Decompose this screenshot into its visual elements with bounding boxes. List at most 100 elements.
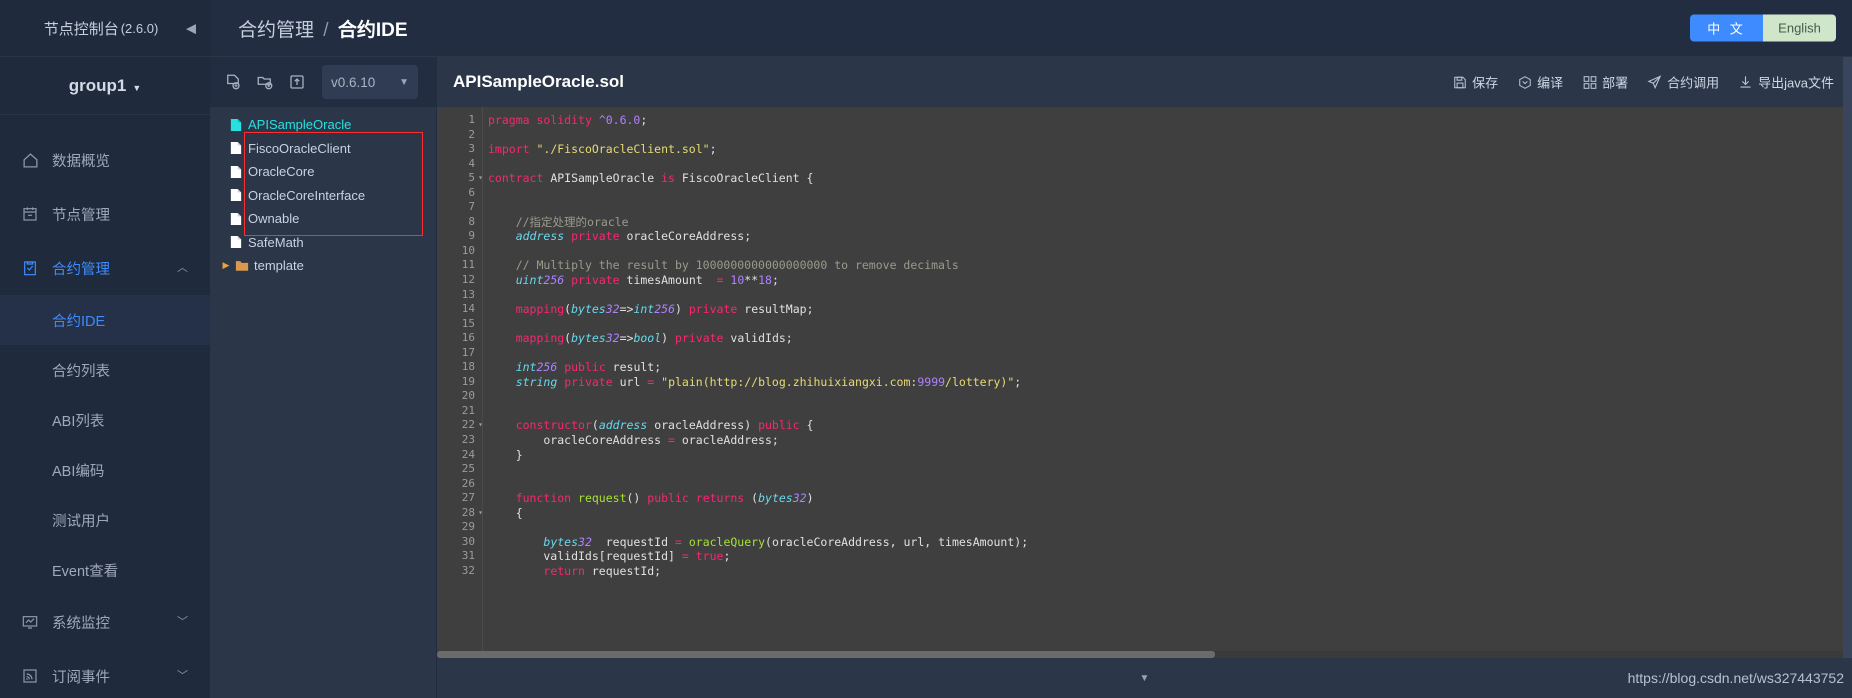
sidebar-title-text: 节点控制台 — [43, 20, 119, 38]
contract-call-button[interactable]: 合约调用 — [1647, 73, 1719, 92]
code-line: // Multiply the result by 10000000000000… — [515, 258, 959, 273]
top-bar: 合约管理 / 合约IDE 中 文 English — [210, 0, 1852, 57]
file-icon — [226, 212, 245, 226]
sidebar-item-contract-management[interactable]: 合约管理 ︿ — [0, 241, 210, 295]
file-icon — [226, 165, 245, 179]
twisty-right-icon[interactable]: ▶ — [220, 260, 232, 271]
lang-english-button[interactable]: English — [1763, 14, 1836, 42]
deploy-label: 部署 — [1602, 75, 1629, 91]
line-number: 2 — [468, 127, 475, 141]
code-line: //指定处理的oracle — [515, 214, 629, 229]
chevron-up-icon: ︿ — [177, 261, 188, 274]
code-line: int256 public result; — [515, 360, 662, 375]
scrollbar-thumb[interactable] — [437, 651, 1216, 658]
code-content[interactable]: pragma solidity ^0.6.0; import "./FiscoO… — [483, 107, 1852, 658]
file-tree-item-label: Ownable — [248, 211, 300, 227]
line-number: 21 — [461, 403, 475, 417]
line-number: 6 — [468, 185, 475, 199]
line-number: 29 — [461, 520, 475, 534]
sidebar: 节点控制台 (2.6.0) ◀ group1 ▼ 数据概览 节点管理 合约管理 … — [0, 0, 210, 698]
sidebar-item-contract-ide[interactable]: 合约IDE — [0, 295, 210, 345]
code-line: oracleCoreAddress = oracleAddress; — [488, 433, 779, 448]
code-line: { — [488, 505, 523, 520]
app-root: 节点控制台 (2.6.0) ◀ group1 ▼ 数据概览 节点管理 合约管理 … — [0, 0, 1852, 698]
folder-icon — [232, 259, 251, 272]
sidebar-item-system-monitor[interactable]: 系统监控 ﹀ — [0, 595, 210, 649]
content-split: v0.6.10 ▼ APISampleOracle FiscoOracleCli… — [210, 57, 1852, 698]
sidebar-sub-label: 合约列表 — [52, 363, 110, 380]
sidebar-version: (2.6.0) — [120, 20, 159, 36]
code-line: address private oracleCoreAddress; — [515, 229, 752, 244]
file-tree-item-fiscooracleclient[interactable]: FiscoOracleClient — [210, 137, 436, 161]
file-tree-item-label: OracleCore — [248, 164, 315, 180]
line-number: 1 — [468, 113, 475, 126]
sidebar-item-data-overview[interactable]: 数据概览 — [0, 133, 210, 187]
upload-icon[interactable] — [286, 71, 308, 93]
file-tree-item-template[interactable]: ▶ template — [210, 254, 436, 278]
chevron-down-icon: ﹀ — [177, 669, 188, 682]
sidebar-menu: 数据概览 节点管理 合约管理 ︿ 合约IDE 合约列表 ABI列表 ABI编码 … — [0, 115, 210, 698]
sidebar-item-event-view[interactable]: Event查看 — [0, 545, 210, 595]
sidebar-item-node-management[interactable]: 节点管理 — [0, 187, 210, 241]
solidity-version-select[interactable]: v0.6.10 ▼ — [322, 65, 418, 99]
page-scrollbar[interactable] — [1843, 57, 1852, 658]
chevron-left-icon[interactable]: ◀ — [186, 22, 196, 35]
sidebar-sub-label: Event查看 — [52, 563, 119, 580]
code-line: mapping(bytes32=>bool) private validIds; — [515, 331, 793, 346]
file-tree-item-safemath[interactable]: SafeMath — [210, 231, 436, 255]
sidebar-item-abi-list[interactable]: ABI列表 — [0, 395, 210, 445]
line-number: 31 — [461, 549, 475, 563]
code-line: import "./FiscoOracleClient.sol"; — [488, 142, 717, 157]
sidebar-item-subscribe-events[interactable]: 订阅事件 ﹀ — [0, 649, 210, 698]
file-icon — [226, 141, 245, 155]
deploy-button[interactable]: 部署 — [1582, 73, 1628, 92]
sidebar-item-label: 合约管理 — [52, 261, 110, 278]
watermark-url: https://blog.csdn.net/ws327443752 — [1627, 670, 1844, 686]
breadcrumb-parent[interactable]: 合约管理 — [238, 20, 314, 41]
code-line: } — [488, 447, 523, 462]
fold-toggle-icon[interactable]: ▾ — [478, 418, 483, 433]
export-java-button[interactable]: 导出java文件 — [1738, 73, 1834, 92]
sidebar-item-abi-encode[interactable]: ABI编码 — [0, 445, 210, 495]
compile-label: 编译 — [1537, 75, 1564, 91]
save-button[interactable]: 保存 — [1452, 73, 1498, 92]
new-folder-icon[interactable] — [254, 71, 276, 93]
line-number: 12 — [461, 273, 475, 287]
lang-chinese-button[interactable]: 中 文 — [1690, 14, 1763, 42]
sidebar-sub-label: ABI列表 — [52, 413, 105, 430]
code-line: contract APISampleOracle is FiscoOracleC… — [488, 171, 814, 186]
file-tree-item-ownable[interactable]: Ownable — [210, 207, 436, 231]
line-number: 13 — [461, 287, 475, 301]
sidebar-item-contract-list[interactable]: 合约列表 — [0, 345, 210, 395]
deploy-grid-icon — [1582, 75, 1597, 90]
line-number: 9 — [468, 229, 475, 243]
line-number: 8 — [468, 214, 475, 228]
fold-toggle-icon[interactable]: ▾ — [478, 171, 483, 186]
line-number: 7 — [468, 200, 475, 214]
sidebar-item-label: 数据概览 — [52, 153, 110, 170]
fold-toggle-icon[interactable]: ▾ — [478, 506, 483, 521]
sidebar-item-test-user[interactable]: 测试用户 — [0, 495, 210, 545]
file-tree-item-oraclecore[interactable]: OracleCore — [210, 160, 436, 184]
file-tree-item-oraclecoreinterface[interactable]: OracleCoreInterface — [210, 184, 436, 208]
sidebar-title: 节点控制台 (2.6.0) ◀ — [0, 0, 210, 57]
editor-filename: APISampleOracle.sol — [453, 72, 625, 91]
new-file-icon[interactable] — [222, 71, 244, 93]
collapse-panel-caret-icon[interactable]: ▼ — [1140, 673, 1150, 684]
save-icon — [1452, 75, 1467, 90]
line-number: 15 — [461, 316, 475, 330]
compile-hex-icon — [1517, 75, 1532, 90]
editor-horizontal-scrollbar[interactable] — [437, 651, 1852, 658]
compile-button[interactable]: 编译 — [1517, 73, 1563, 92]
line-number: 30 — [461, 534, 475, 548]
main-area: 合约管理 / 合约IDE 中 文 English v0.6.10 ▼ APISa… — [210, 0, 1852, 698]
file-tree-item-apisampleoracle[interactable]: APISampleOracle — [210, 113, 436, 137]
group-selector[interactable]: group1 ▼ — [0, 57, 210, 115]
editor-body[interactable]: 1 2 3 4 5 ▾ 6 7 8 9 10 11 12 13 14 15 16 17 18 19 20 21 22 ▾ 23 2… — [437, 107, 1852, 658]
